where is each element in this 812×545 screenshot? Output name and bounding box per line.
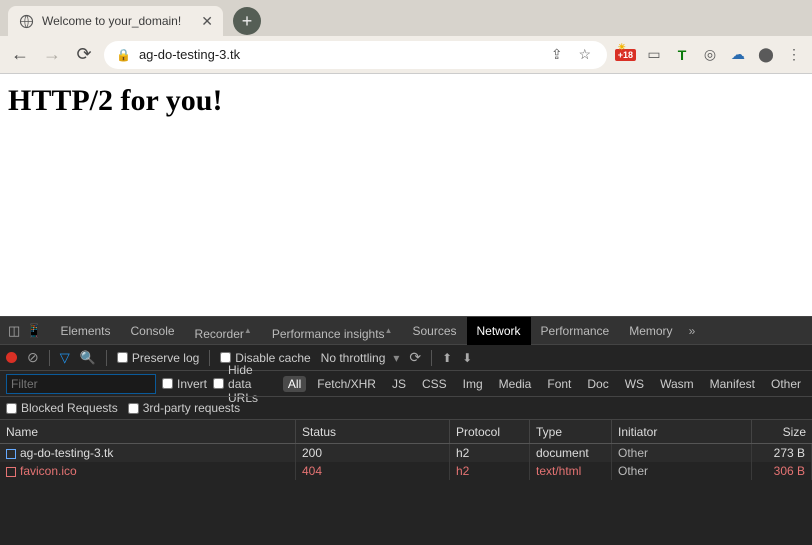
- network-table-header: Name Status Protocol Type Initiator Size: [0, 420, 812, 444]
- extension-icon[interactable]: ☁: [728, 45, 748, 65]
- third-party-checkbox[interactable]: 3rd-party requests: [128, 401, 240, 415]
- filter-type[interactable]: Wasm: [655, 376, 699, 392]
- tab-strip: Welcome to your_domain! ✕ +: [0, 0, 812, 36]
- tab-performance[interactable]: Performance: [531, 317, 620, 345]
- devtools: ◫ 📱 Elements Console Recorder▲ Performan…: [0, 316, 812, 545]
- filter-type-all[interactable]: All: [283, 376, 306, 392]
- tab-memory[interactable]: Memory: [619, 317, 682, 345]
- invert-checkbox[interactable]: Invert: [162, 377, 207, 391]
- share-icon[interactable]: ⇪: [547, 45, 567, 65]
- extension-icon[interactable]: ⬤: [756, 45, 776, 65]
- tab-recorder[interactable]: Recorder▲: [185, 317, 262, 345]
- devtools-tabs: ◫ 📱 Elements Console Recorder▲ Performan…: [0, 316, 812, 344]
- filter-type[interactable]: Other: [766, 376, 806, 392]
- tab-elements[interactable]: Elements: [50, 317, 120, 345]
- url-text: ag-do-testing-3.tk: [139, 47, 539, 62]
- tab-console[interactable]: Console: [121, 317, 185, 345]
- extension-icon[interactable]: T: [672, 45, 692, 65]
- network-toolbar: ⊘ ▽ 🔍 Preserve log Disable cache No thro…: [0, 344, 812, 370]
- filter-icon[interactable]: ▽: [60, 350, 70, 366]
- table-row[interactable]: favicon.ico404h2text/htmlOther306 B: [0, 462, 812, 480]
- filter-type[interactable]: Doc: [582, 376, 613, 392]
- tab-sources[interactable]: Sources: [402, 317, 466, 345]
- upload-icon[interactable]: ⬆: [442, 351, 452, 365]
- col-name[interactable]: Name: [0, 420, 296, 443]
- col-size[interactable]: Size: [752, 420, 812, 443]
- new-tab-button[interactable]: +: [233, 7, 261, 35]
- col-initiator[interactable]: Initiator: [612, 420, 752, 443]
- device-icon[interactable]: 📱: [26, 323, 42, 339]
- filter-type[interactable]: Media: [494, 376, 537, 392]
- filter-type[interactable]: Manifest: [705, 376, 760, 392]
- lock-icon: 🔒: [116, 48, 131, 62]
- col-protocol[interactable]: Protocol: [450, 420, 530, 443]
- filter-input[interactable]: [6, 374, 156, 394]
- tab-network[interactable]: Network: [467, 317, 531, 345]
- filter-type[interactable]: Font: [542, 376, 576, 392]
- extension-icon[interactable]: ◎: [700, 45, 720, 65]
- toolbar: ← → ⟳ 🔒 ag-do-testing-3.tk ⇪ ☆ +18 ▭ T ◎…: [0, 36, 812, 74]
- tab-perf-insights[interactable]: Performance insights▲: [262, 317, 403, 345]
- reload-button[interactable]: ⟳: [72, 43, 96, 67]
- network-table-body: ag-do-testing-3.tk200h2documentOther273 …: [0, 444, 812, 545]
- page-content: HTTP/2 for you!: [0, 74, 812, 316]
- inspect-icon[interactable]: ◫: [8, 323, 20, 339]
- filter-type[interactable]: JS: [387, 376, 411, 392]
- extension-icon[interactable]: ▭: [644, 45, 664, 65]
- star-icon[interactable]: ☆: [575, 45, 595, 65]
- record-button[interactable]: [6, 352, 17, 363]
- browser-tab[interactable]: Welcome to your_domain! ✕: [8, 6, 223, 36]
- blocked-requests-checkbox[interactable]: Blocked Requests: [6, 401, 118, 415]
- tabs-overflow-icon[interactable]: »: [683, 324, 702, 338]
- search-icon[interactable]: 🔍: [80, 350, 96, 366]
- tab-title: Welcome to your_domain!: [42, 14, 193, 28]
- col-type[interactable]: Type: [530, 420, 612, 443]
- network-conditions-icon[interactable]: ⟳: [409, 349, 421, 366]
- overflow-icon[interactable]: ⋮: [784, 45, 804, 65]
- filter-type[interactable]: WS: [620, 376, 649, 392]
- filter-type[interactable]: Img: [458, 376, 488, 392]
- close-icon[interactable]: ✕: [201, 13, 213, 30]
- throttling-select[interactable]: No throttling▾: [321, 351, 400, 365]
- filter-type[interactable]: Fetch/XHR: [312, 376, 381, 392]
- address-bar[interactable]: 🔒 ag-do-testing-3.tk ⇪ ☆: [104, 41, 607, 69]
- filter-bar-2: Blocked Requests 3rd-party requests: [0, 396, 812, 420]
- extension-badge[interactable]: +18: [615, 49, 636, 61]
- table-row[interactable]: ag-do-testing-3.tk200h2documentOther273 …: [0, 444, 812, 462]
- filter-bar: Invert Hide data URLs All Fetch/XHR JS C…: [0, 370, 812, 396]
- forward-button[interactable]: →: [40, 43, 64, 67]
- clear-button[interactable]: ⊘: [27, 349, 39, 366]
- filter-type[interactable]: CSS: [417, 376, 452, 392]
- preserve-log-checkbox[interactable]: Preserve log: [117, 351, 199, 365]
- page-heading: HTTP/2 for you!: [8, 84, 804, 118]
- back-button[interactable]: ←: [8, 43, 32, 67]
- globe-icon: [18, 13, 34, 29]
- col-status[interactable]: Status: [296, 420, 450, 443]
- download-icon[interactable]: ⬇: [462, 351, 472, 365]
